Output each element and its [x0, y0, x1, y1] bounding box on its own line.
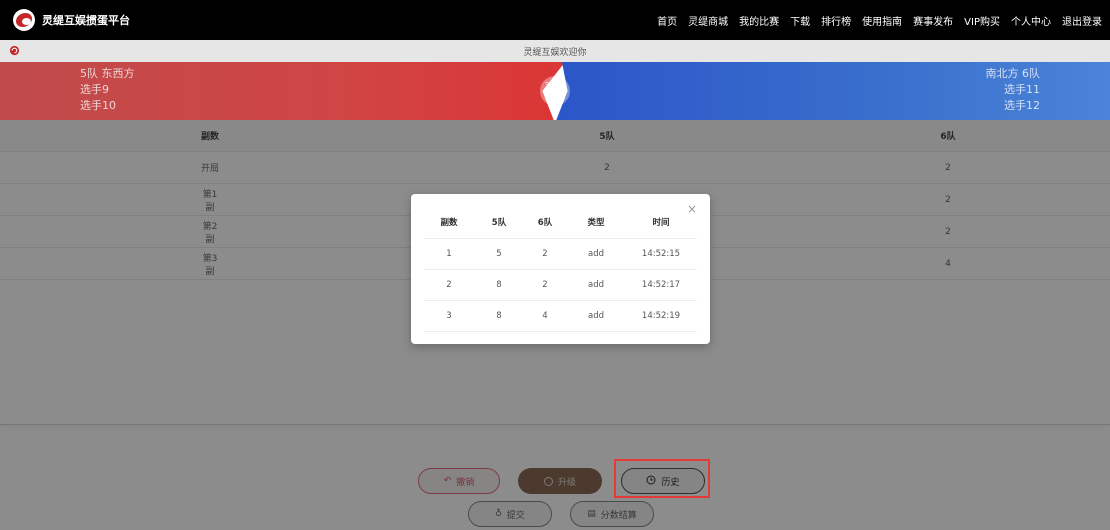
- team-right-player1: 选手11: [1004, 83, 1040, 96]
- table-round-badge: 3号桌 第1轮: [540, 76, 570, 106]
- history-modal: × 副数 5队 6队 类型 时间 1 5 2 add 14:52:15 2 8 …: [411, 194, 710, 344]
- refresh-icon[interactable]: [9, 45, 20, 56]
- table-row: 3 8 4 add 14:52:19: [424, 301, 697, 332]
- history-cell-team5: 5: [496, 249, 502, 259]
- team-right-name: 南北方 6队: [985, 67, 1041, 80]
- history-header-team6: 6队: [537, 218, 553, 228]
- history-cell-hand: 2: [446, 280, 452, 290]
- history-header-time: 时间: [652, 218, 670, 228]
- history-cell-hand: 1: [446, 249, 452, 259]
- team-right-player2: 选手12: [1004, 99, 1040, 112]
- team-left-player2: 选手10: [80, 99, 116, 112]
- nav-my-matches[interactable]: 我的比赛: [739, 13, 779, 28]
- logo-icon: [13, 9, 35, 31]
- history-cell-time: 14:52:17: [641, 280, 681, 290]
- table-row: 2 8 2 add 14:52:17: [424, 270, 697, 301]
- nav-guide[interactable]: 使用指南: [862, 13, 902, 28]
- history-cell-team6: 2: [542, 249, 548, 259]
- nav-shop[interactable]: 灵缇商城: [688, 13, 728, 28]
- main-nav: 首页 灵缇商城 我的比赛 下载 排行榜 使用指南 赛事发布 VIP购买 个人中心…: [657, 13, 1102, 28]
- team-left-info: 5队 东西方 选手9 选手10: [80, 66, 135, 114]
- nav-profile[interactable]: 个人中心: [1011, 13, 1051, 28]
- nav-leaderboard[interactable]: 排行榜: [821, 13, 851, 28]
- history-cell-team5: 8: [496, 280, 502, 290]
- team-banner: 5队 东西方 选手9 选手10 南北方 6队 选手11 选手12 3号桌 第1轮: [0, 62, 1110, 120]
- brand[interactable]: 灵缇互娱掼蛋平台: [13, 9, 130, 31]
- nav-logout[interactable]: 退出登录: [1062, 13, 1102, 28]
- table-number: 3号桌: [544, 81, 566, 90]
- nav-download[interactable]: 下载: [790, 13, 810, 28]
- history-cell-hand: 3: [446, 311, 452, 321]
- team-left-player1: 选手9: [80, 83, 109, 96]
- team-left-name: 5队 东西方: [80, 67, 135, 80]
- history-cell-team5: 8: [496, 311, 502, 321]
- history-cell-time: 14:52:19: [641, 311, 681, 321]
- history-cell-team6: 4: [542, 311, 548, 321]
- history-header-type: 类型: [587, 218, 605, 228]
- nav-home[interactable]: 首页: [657, 13, 677, 28]
- history-highlight-box: [614, 459, 710, 498]
- app-title: 灵缇互娱掼蛋平台: [42, 14, 130, 27]
- history-cell-type: add: [588, 311, 604, 321]
- history-cell-time: 14:52:15: [641, 249, 681, 259]
- history-header-row: 副数 5队 6队 类型 时间: [424, 208, 697, 239]
- welcome-text: 灵缇互娱欢迎你: [523, 47, 587, 58]
- team-right-info: 南北方 6队 选手11 选手12: [986, 66, 1041, 114]
- nav-publish-event[interactable]: 赛事发布: [913, 13, 953, 28]
- history-cell-team6: 2: [542, 280, 548, 290]
- nav-vip[interactable]: VIP购买: [964, 13, 1000, 28]
- history-cell-type: add: [588, 280, 604, 290]
- history-header-hand: 副数: [440, 218, 458, 228]
- welcome-bar: 灵缇互娱欢迎你: [0, 40, 1110, 62]
- history-table: 副数 5队 6队 类型 时间 1 5 2 add 14:52:15 2 8 2 …: [424, 208, 697, 332]
- history-header-team5: 5队: [491, 218, 507, 228]
- top-nav-bar: 灵缇互娱掼蛋平台 首页 灵缇商城 我的比赛 下载 排行榜 使用指南 赛事发布 V…: [0, 0, 1110, 40]
- table-row: 1 5 2 add 14:52:15: [424, 239, 697, 270]
- history-cell-type: add: [588, 249, 604, 259]
- round-number: 第1轮: [544, 92, 566, 101]
